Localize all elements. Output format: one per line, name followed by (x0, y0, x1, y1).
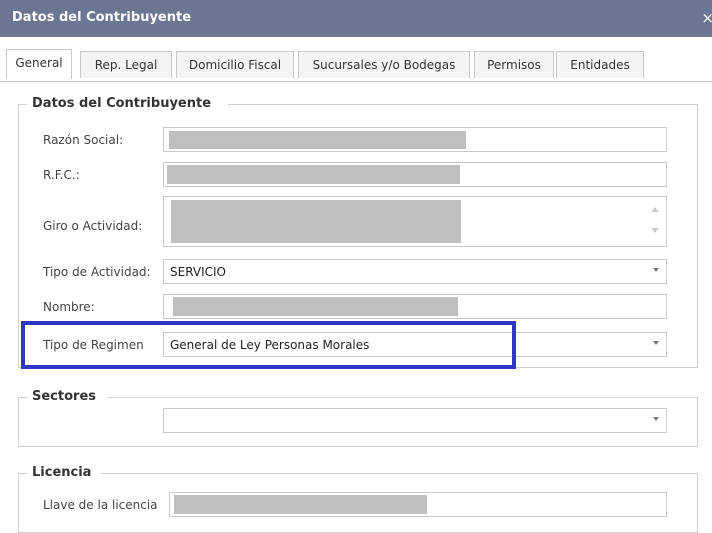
razon-social-field[interactable] (163, 127, 667, 152)
redacted-value (171, 200, 461, 243)
group-border (228, 104, 698, 105)
razon-social-label: Razón Social: (43, 133, 124, 147)
redacted-value (167, 165, 460, 184)
tab-domicilio-fiscal[interactable]: Domicilio Fiscal (176, 51, 294, 78)
window-titlebar: Datos del Contribuyente × (0, 0, 712, 37)
group-sectores-legend: Sectores (32, 389, 96, 404)
tab-bar: General Rep. Legal Domicilio Fiscal Sucu… (0, 37, 712, 84)
group-border (101, 473, 698, 474)
scroll-up-icon[interactable] (651, 207, 659, 212)
tipo-actividad-value: SERVICIO (170, 265, 226, 279)
sectores-select[interactable] (163, 408, 667, 433)
group-border (18, 397, 27, 398)
tab-permisos[interactable]: Permisos (474, 51, 554, 78)
group-licencia-legend: Licencia (32, 465, 92, 480)
nombre-label: Nombre: (43, 300, 95, 314)
nombre-field[interactable] (163, 294, 667, 319)
group-border (18, 473, 27, 474)
llave-field[interactable] (169, 492, 667, 517)
chevron-down-icon[interactable] (653, 417, 659, 421)
tipo-actividad-label: Tipo de Actividad: (43, 265, 151, 279)
group-border (108, 397, 698, 398)
chevron-down-icon[interactable] (653, 341, 659, 345)
tab-sucursales[interactable]: Sucursales y/o Bodegas (298, 51, 470, 78)
giro-label: Giro o Actividad: (43, 219, 143, 233)
close-icon[interactable]: × (701, 9, 712, 27)
tipo-actividad-select[interactable]: SERVICIO (163, 259, 667, 284)
chevron-down-icon[interactable] (653, 268, 659, 272)
scroll-down-icon[interactable] (651, 228, 659, 233)
redacted-value (173, 297, 458, 316)
rfc-field[interactable] (163, 162, 667, 187)
group-contribuyente-legend: Datos del Contribuyente (32, 96, 212, 111)
redacted-value (174, 495, 427, 514)
group-border (18, 104, 27, 105)
tab-divider (0, 81, 712, 82)
rfc-label: R.F.C.: (43, 168, 80, 182)
window-title: Datos del Contribuyente (12, 10, 192, 25)
highlight-box (21, 321, 516, 369)
giro-textarea[interactable] (163, 196, 667, 247)
tab-general[interactable]: General (6, 49, 72, 79)
redacted-value (169, 131, 466, 149)
tab-entidades[interactable]: Entidades (556, 51, 644, 78)
tab-rep-legal[interactable]: Rep. Legal (80, 51, 172, 78)
llave-label: Llave de la licencia (43, 498, 158, 512)
